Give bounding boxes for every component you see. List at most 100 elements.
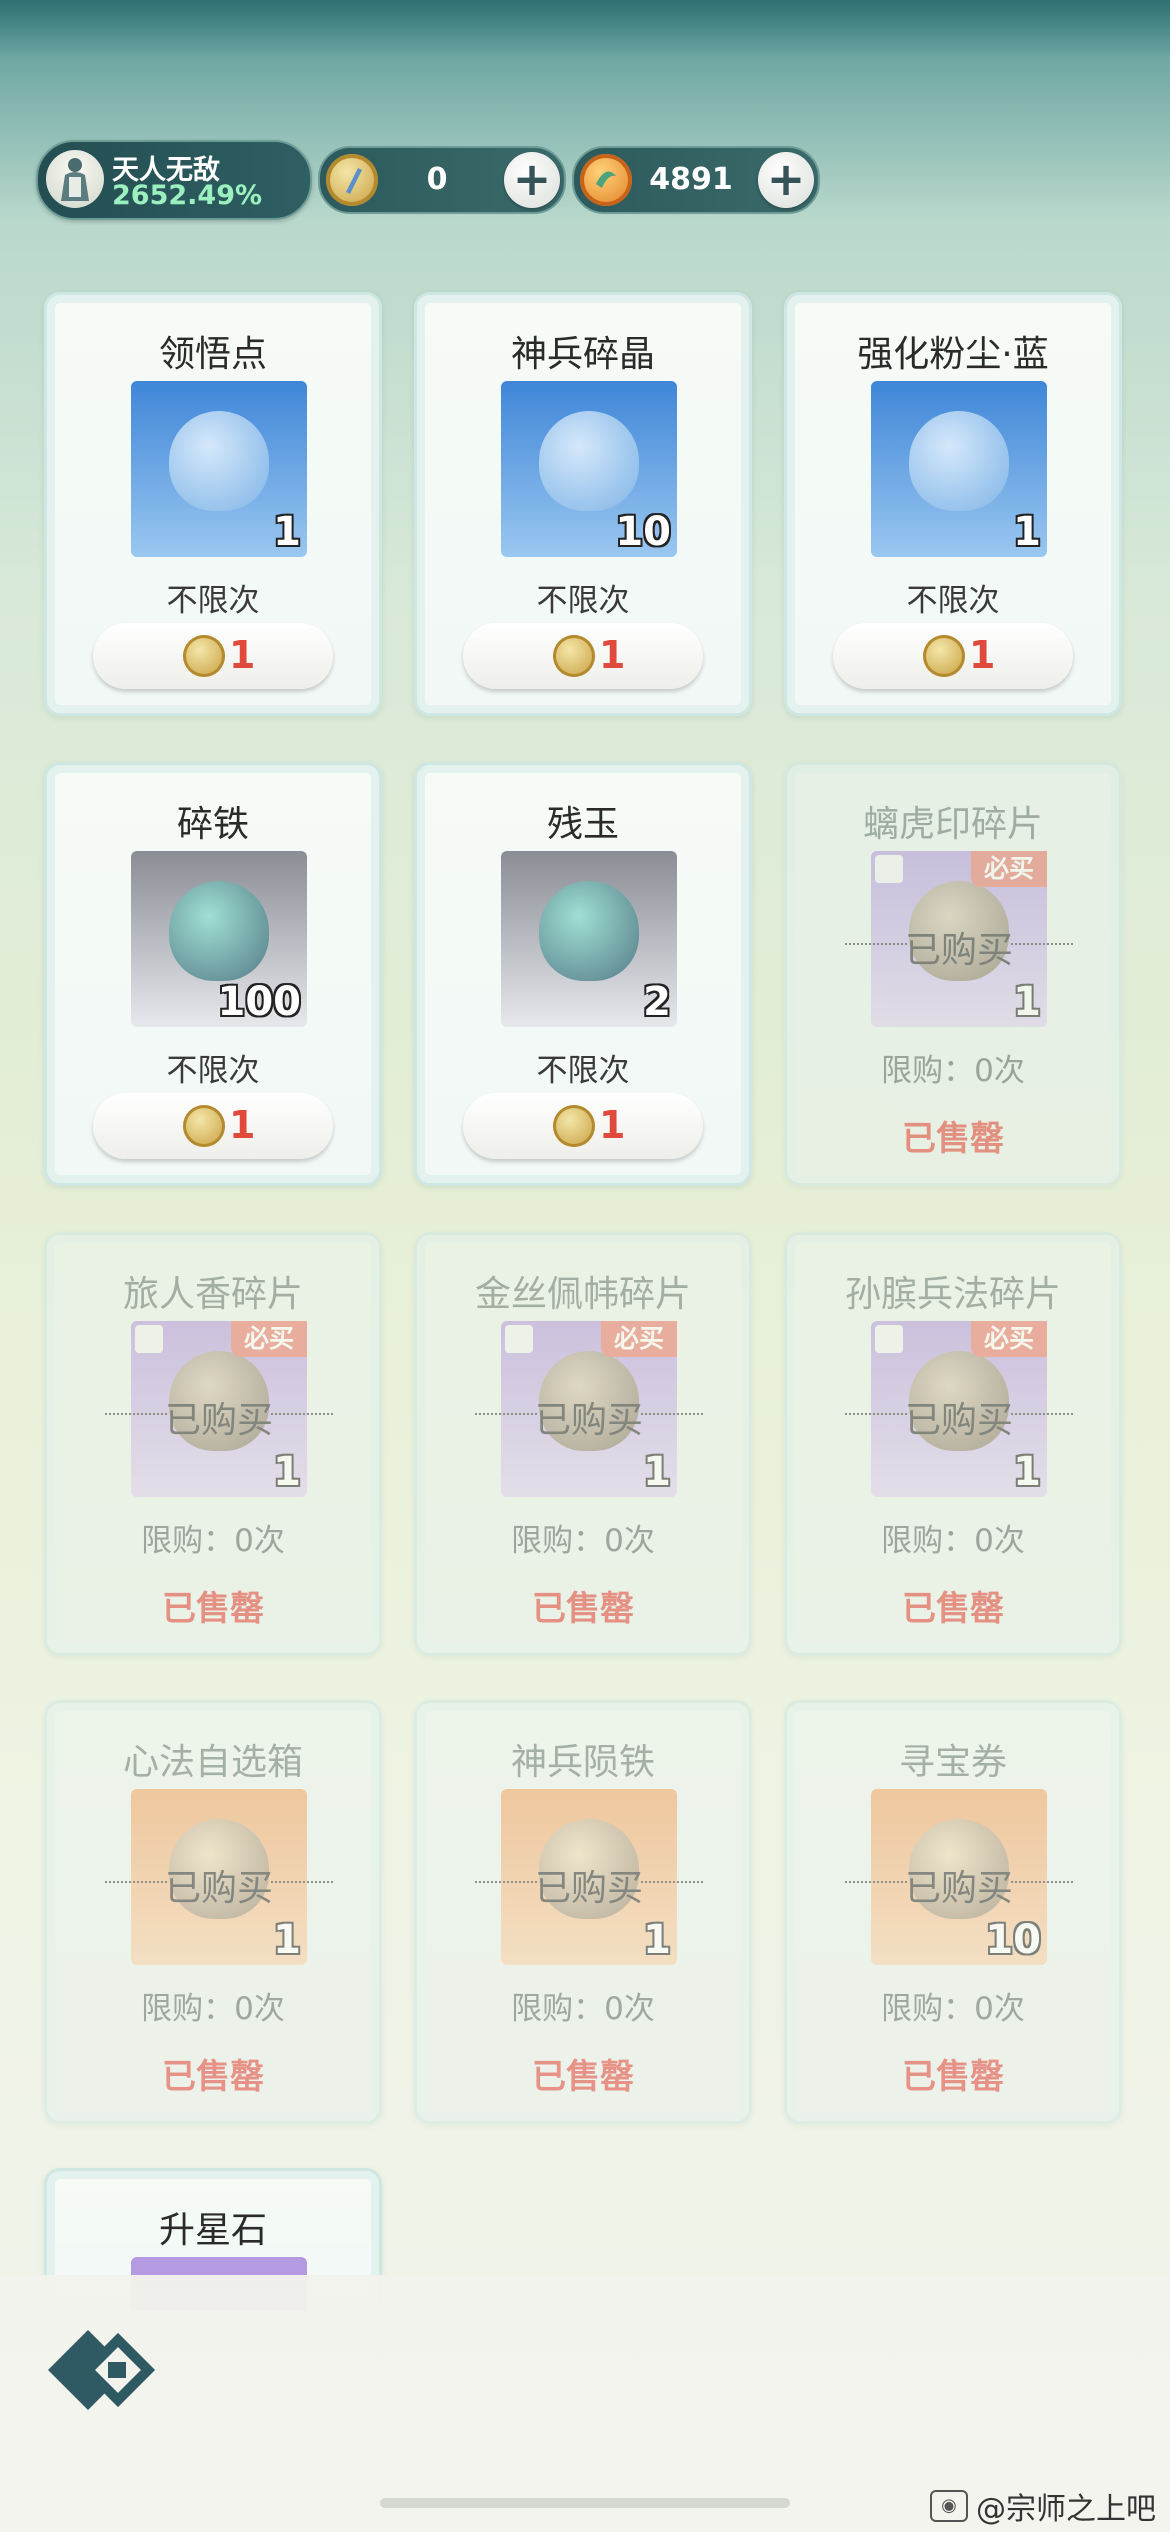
- item-image: 10 已购买: [845, 1789, 1073, 1965]
- shop-item-card[interactable]: 强化粉尘·蓝 1 不限次 1: [784, 292, 1122, 716]
- jade-coin-icon: [553, 635, 595, 677]
- purchase-limit: 限购：0次: [511, 1991, 655, 2027]
- camera-icon: ◉: [930, 2490, 968, 2522]
- item-quantity: 1: [643, 1449, 671, 1495]
- item-title: 升星石: [158, 2210, 267, 2251]
- item-image: 10: [501, 381, 677, 557]
- currency-gold-coin: 4891 +: [572, 146, 820, 214]
- must-buy-badge: 必买: [971, 851, 1047, 887]
- currency-jade-coin: 0 +: [318, 146, 566, 214]
- add-currency1-button[interactable]: +: [504, 152, 560, 208]
- item-quantity: 10: [985, 1917, 1041, 1963]
- buy-button[interactable]: 1: [833, 623, 1073, 689]
- jade-coin-icon: [183, 1105, 225, 1147]
- item-quantity: 10: [615, 509, 671, 555]
- shop-item-card[interactable]: 领悟点 1 不限次 1: [44, 292, 382, 716]
- purchased-label: 已购买: [105, 1859, 333, 1911]
- item-price: 1: [229, 1103, 256, 1147]
- shop-item-card[interactable]: 寻宝券 10 已购买 限购：0次 已售罄: [784, 1700, 1122, 2124]
- item-title: 螭虎印碎片: [862, 804, 1043, 845]
- purchase-limit: 限购：0次: [881, 1523, 1025, 1559]
- purchase-limit: 不限次: [536, 1053, 630, 1089]
- must-buy-badge: 必买: [601, 1321, 677, 1357]
- item-title: 旅人香碎片: [122, 1274, 303, 1315]
- shop-item-card[interactable]: 神兵碎晶 10 不限次 1: [414, 292, 752, 716]
- home-indicator[interactable]: [380, 2498, 790, 2508]
- fragment-puzzle-icon: [875, 855, 903, 883]
- sold-out-label: 已售罄: [162, 2057, 264, 2097]
- purchased-label: 已购买: [845, 1859, 1073, 1911]
- shop-item-card[interactable]: 神兵陨铁 1 已购买限购：0次已售罄: [414, 1700, 752, 2124]
- purchase-limit: 限购：0次: [141, 1523, 285, 1559]
- item-quantity: 1: [273, 509, 301, 555]
- item-title: 金丝佩帏碎片: [474, 1274, 691, 1315]
- purchased-label: 已购买: [845, 1391, 1073, 1443]
- item-title: 碎铁: [176, 804, 249, 845]
- player-avatar-icon: [46, 150, 104, 208]
- purchased-label: 已购买: [105, 1391, 333, 1443]
- item-glyph-icon: [169, 881, 269, 981]
- item-quantity: 1: [643, 1917, 671, 1963]
- item-title: 神兵碎晶: [510, 334, 655, 375]
- add-currency2-button[interactable]: +: [758, 152, 814, 208]
- fragment-puzzle-icon: [875, 1325, 903, 1353]
- jade-coin-icon: [326, 154, 378, 206]
- item-quantity: 2: [643, 979, 671, 1025]
- buy-button[interactable]: 1: [93, 1093, 333, 1159]
- sold-out-label: 已售罄: [532, 1589, 634, 1629]
- buy-button[interactable]: 1: [93, 623, 333, 689]
- purchased-label: 已购买: [475, 1391, 703, 1443]
- item-quantity: 1: [273, 1449, 301, 1495]
- purchase-limit: 限购：0次: [881, 1053, 1025, 1089]
- must-buy-badge: 必买: [971, 1321, 1047, 1357]
- item-glyph-icon: [169, 411, 269, 511]
- gold-coin-icon: [580, 154, 632, 206]
- item-title: 孙膑兵法碎片: [844, 1274, 1061, 1315]
- shop-item-card[interactable]: 螭虎印碎片 必买 1 已购买 限购：0次 已售罄: [784, 762, 1122, 1186]
- item-image: 100: [131, 851, 307, 1027]
- purchase-limit: 不限次: [166, 583, 260, 619]
- item-image: 必买 1 已购买: [845, 851, 1073, 1027]
- item-quantity: 1: [273, 1917, 301, 1963]
- fragment-puzzle-icon: [505, 1325, 533, 1353]
- item-quantity: 1: [1013, 1449, 1041, 1495]
- shop-item-card[interactable]: 旅人香碎片必买 1 已购买限购：0次已售罄: [44, 1232, 382, 1656]
- item-title: 残玉: [546, 804, 619, 845]
- purchase-limit: 不限次: [166, 1053, 260, 1089]
- item-image: 1: [131, 381, 307, 557]
- shop-item-card[interactable]: 心法自选箱 1 已购买 限购：0次 已售罄: [44, 1700, 382, 2124]
- purchased-label: 已购买: [475, 1859, 703, 1911]
- purchase-limit: 限购：0次: [881, 1991, 1025, 2027]
- buy-button[interactable]: 1: [463, 623, 703, 689]
- sold-out-label: 已售罄: [162, 1589, 264, 1629]
- shop-item-card[interactable]: 残玉 2 不限次 1: [414, 762, 752, 1186]
- shop-item-card[interactable]: 孙膑兵法碎片必买 1 已购买限购：0次已售罄: [784, 1232, 1122, 1656]
- item-price: 1: [969, 633, 996, 677]
- shop-item-card[interactable]: 金丝佩帏碎片 必买 1 已购买 限购：0次 已售罄: [414, 1232, 752, 1656]
- item-image: 必买 1 已购买: [475, 1321, 703, 1497]
- item-image: 2: [501, 851, 677, 1027]
- buy-button[interactable]: 1: [463, 1093, 703, 1159]
- purchase-limit: 不限次: [536, 583, 630, 619]
- item-title: 神兵陨铁: [510, 1742, 655, 1783]
- must-buy-badge: 必买: [231, 1321, 307, 1357]
- watermark: ◉ @宗师之上吧: [930, 2484, 1156, 2528]
- sold-out-label: 已售罄: [902, 1589, 1004, 1629]
- item-title: 寻宝券: [898, 1742, 1007, 1783]
- item-glyph-icon: [539, 411, 639, 511]
- item-title: 领悟点: [158, 334, 267, 375]
- item-image: 1: [871, 381, 1047, 557]
- item-glyph-icon: [909, 411, 1009, 511]
- purchased-label: 已购买: [845, 921, 1073, 973]
- shop-item-card[interactable]: 碎铁 100 不限次 1: [44, 762, 382, 1186]
- item-image: 1 已购买: [105, 1789, 333, 1965]
- currency1-value: 0: [426, 162, 448, 197]
- item-image: 1 已购买: [475, 1789, 703, 1965]
- purchase-limit: 限购：0次: [141, 1991, 285, 2027]
- item-price: 1: [599, 1103, 626, 1147]
- sold-out-label: 已售罄: [532, 2057, 634, 2097]
- purchase-limit: 不限次: [906, 583, 1000, 619]
- menu-logo-icon[interactable]: [38, 2320, 158, 2424]
- item-price: 1: [599, 633, 626, 677]
- player-badge[interactable]: 天人无敌 2652.49%: [36, 140, 312, 220]
